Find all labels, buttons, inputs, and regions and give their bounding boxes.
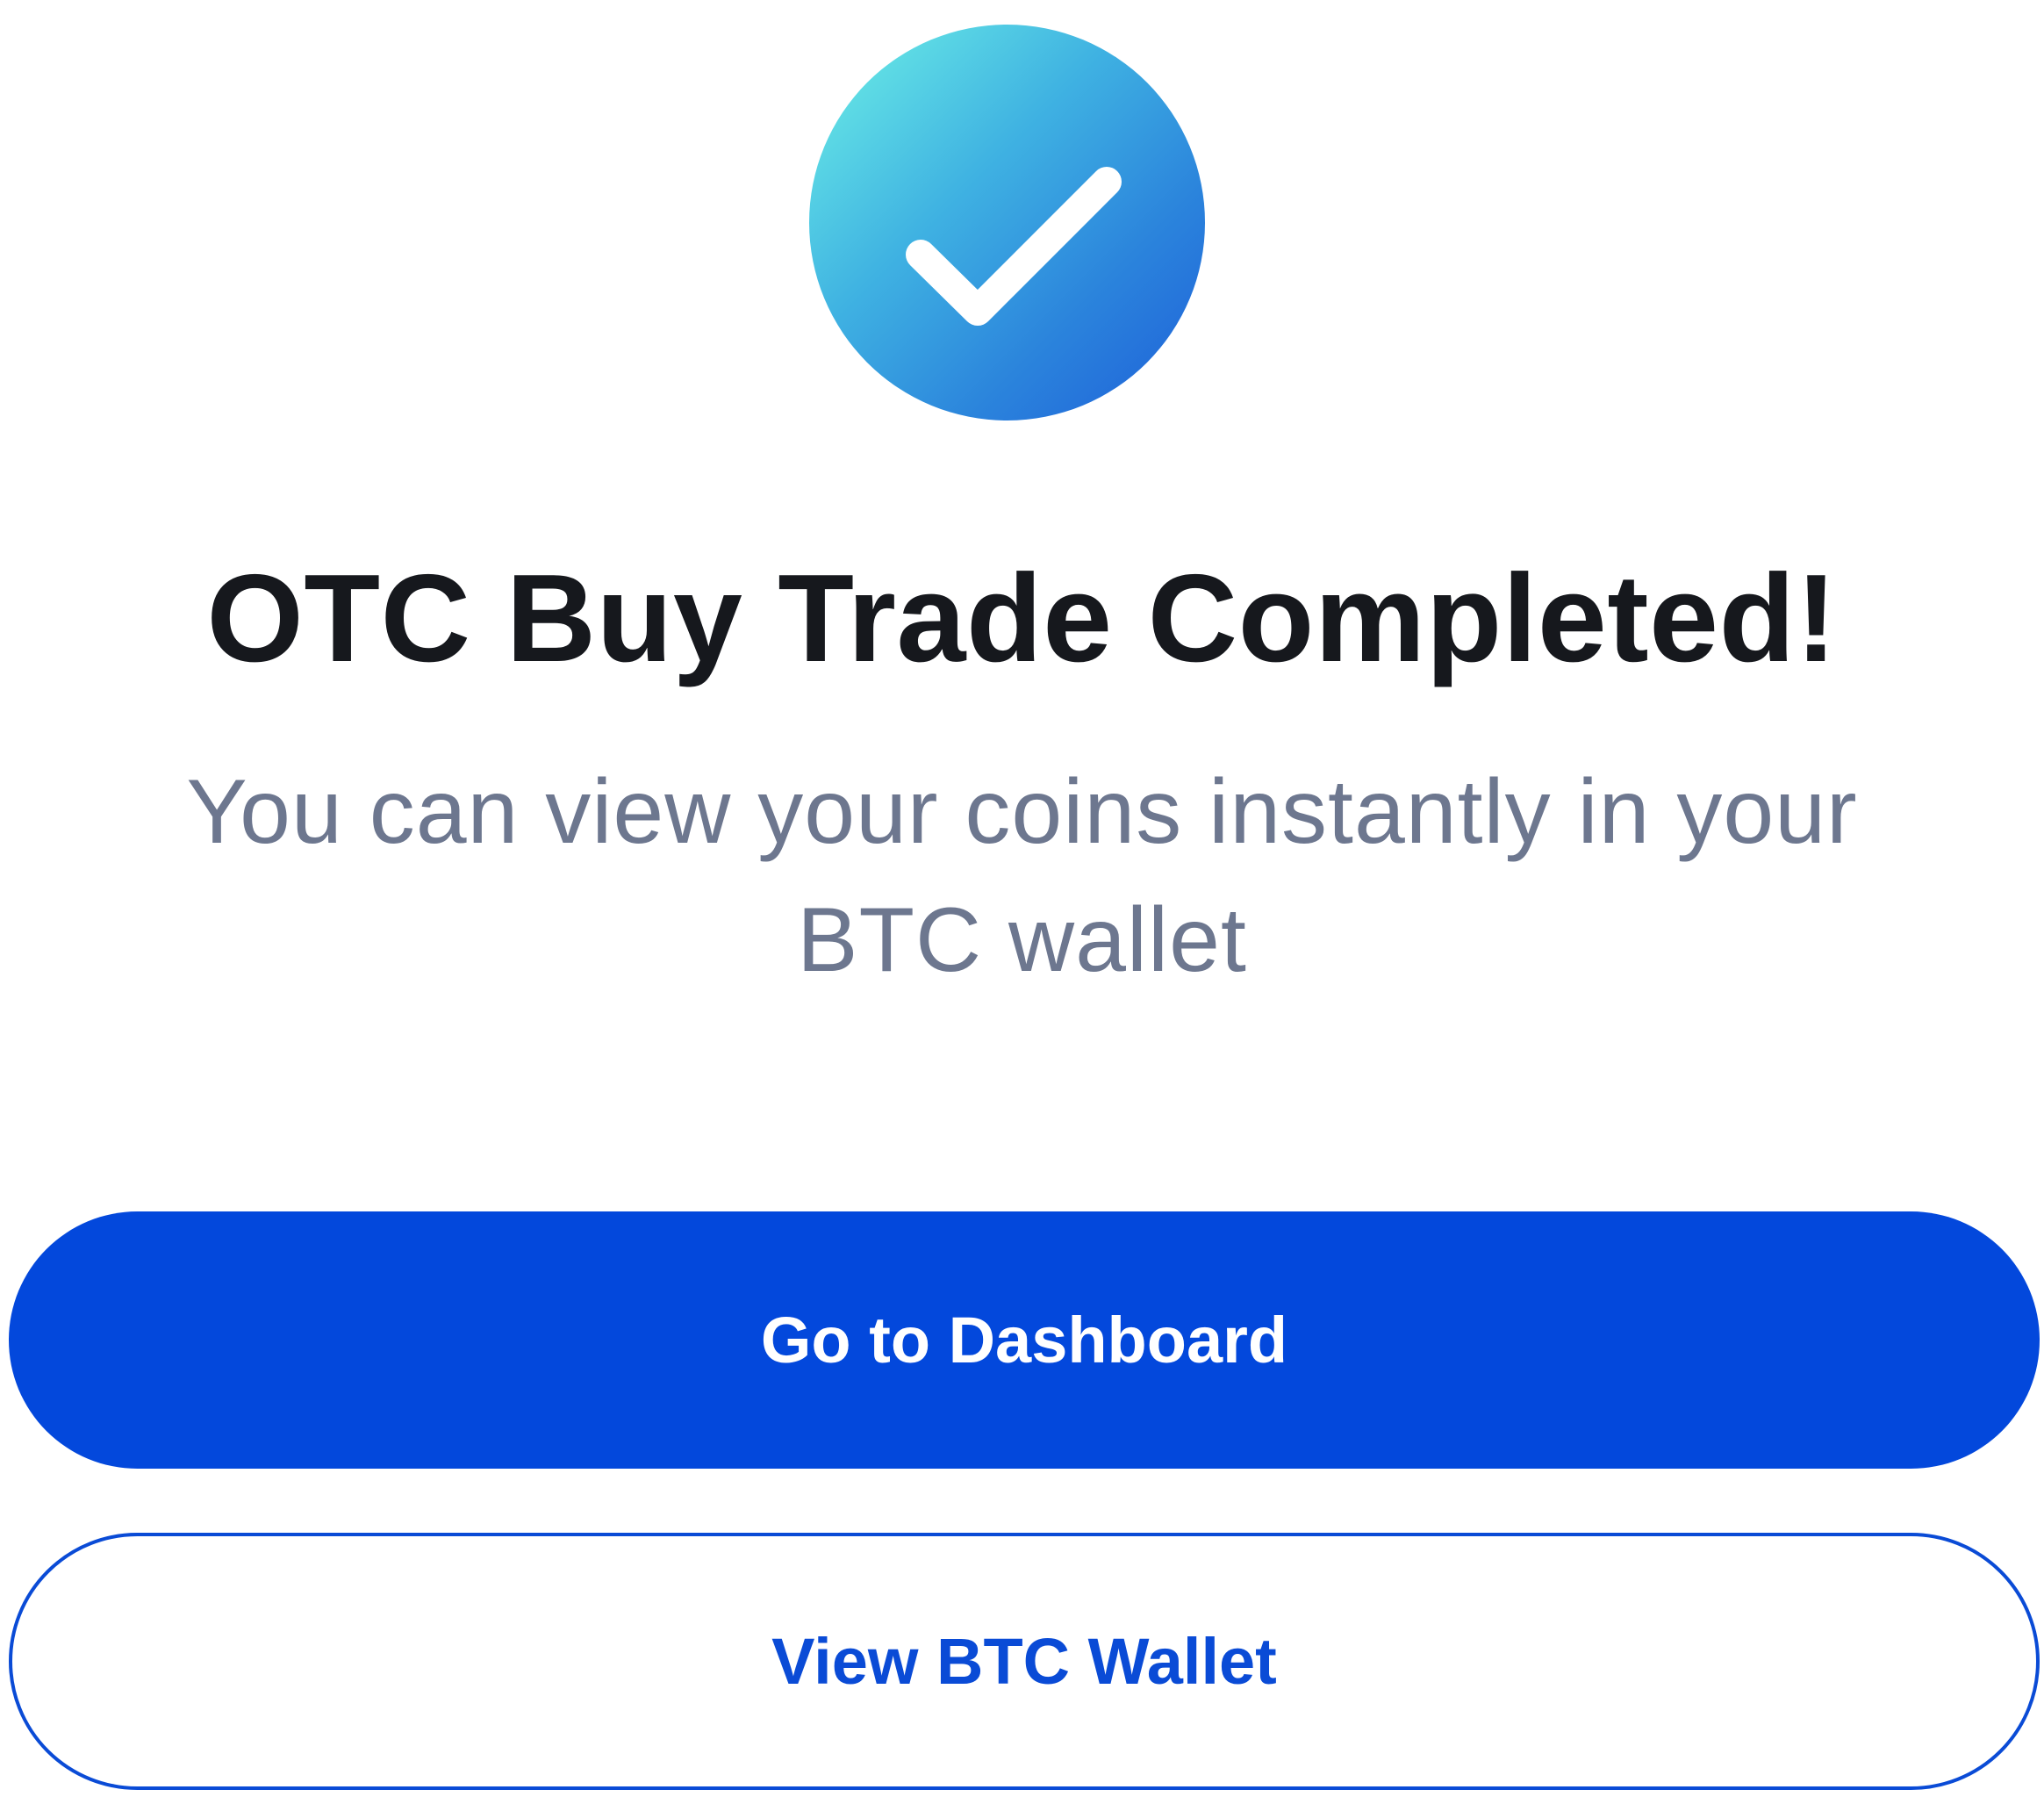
view-btc-wallet-label: View BTC Wallet [771, 1625, 1277, 1698]
page-subtitle: You can view your coins instantly in you… [186, 761, 1858, 991]
view-btc-wallet-button[interactable]: View BTC Wallet [9, 1533, 2040, 1790]
go-to-dashboard-label: Go to Dashboard [760, 1304, 1288, 1376]
checkmark-icon [906, 167, 1122, 326]
success-badge [809, 25, 1205, 420]
go-to-dashboard-button[interactable]: Go to Dashboard [9, 1211, 2040, 1469]
page-title: OTC Buy Trade Completed! [206, 549, 1838, 688]
